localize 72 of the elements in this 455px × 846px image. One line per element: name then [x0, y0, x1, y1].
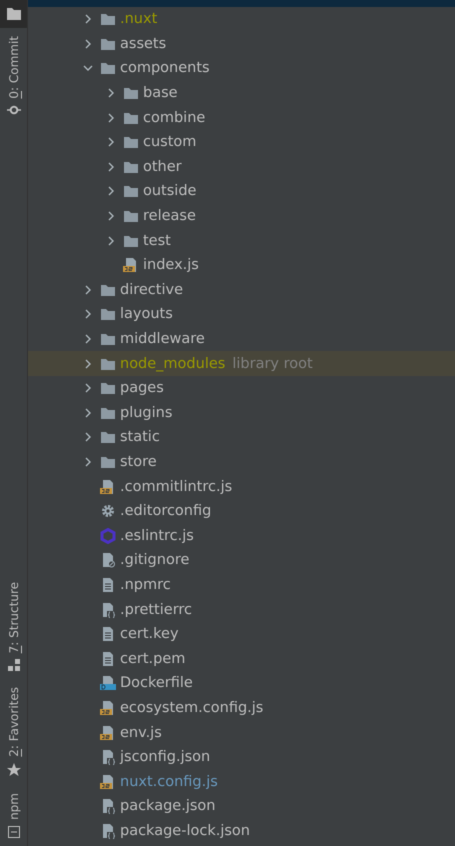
- folder-icon: [123, 85, 139, 102]
- text-file-icon: [100, 626, 116, 642]
- folder-name[interactable]: other: [143, 158, 182, 175]
- folder-icon: [123, 183, 139, 200]
- file-name[interactable]: package-lock.json: [120, 822, 250, 839]
- folder-icon: [123, 134, 139, 150]
- folder-name[interactable]: base: [143, 85, 178, 102]
- project-tool-button[interactable]: [0, 0, 27, 28]
- folder-icon: [123, 208, 139, 224]
- folder-name[interactable]: plugins: [120, 404, 172, 421]
- file-name[interactable]: cert.key: [120, 626, 179, 642]
- file-name[interactable]: package.json: [120, 798, 216, 814]
- folder-name[interactable]: directive: [120, 282, 183, 298]
- file-name[interactable]: .npmrc: [120, 576, 171, 593]
- star-icon: [6, 763, 20, 778]
- folder-icon: [6, 8, 20, 20]
- folder-icon: [100, 306, 116, 322]
- file-name[interactable]: env.js: [120, 724, 162, 741]
- text-file-icon: [100, 576, 116, 593]
- npm-tool-button[interactable]: npm: [0, 785, 27, 846]
- folder-icon: [100, 380, 116, 396]
- file-name[interactable]: .gitignore: [120, 552, 190, 568]
- hexagon-icon: [100, 528, 116, 544]
- file-name[interactable]: .prettierrc: [120, 602, 192, 618]
- js-file-icon: [100, 700, 116, 716]
- folder-icon: [100, 11, 116, 28]
- file-name[interactable]: jsconfig.json: [120, 749, 210, 766]
- gear-icon: [100, 503, 116, 520]
- file-name[interactable]: ecosystem.config.js: [120, 700, 264, 716]
- js-file-icon: [123, 257, 139, 274]
- folder-name[interactable]: middleware: [120, 331, 205, 348]
- js-file-icon: [100, 724, 116, 741]
- folder-name[interactable]: outside: [143, 183, 196, 200]
- folder-name[interactable]: node_modules: [120, 356, 226, 372]
- config-file-icon: [100, 602, 116, 618]
- folder-name[interactable]: assets: [120, 36, 166, 52]
- file-name[interactable]: .eslintrc.js: [120, 528, 194, 544]
- folder-name[interactable]: combine: [143, 110, 206, 126]
- ignored-file-icon: [100, 552, 116, 568]
- file-name[interactable]: .commitlintrc.js: [120, 478, 232, 495]
- highlighted-tree-row[interactable]: node_modules library root: [28, 351, 455, 376]
- folder-name[interactable]: store: [120, 454, 157, 470]
- folder-name[interactable]: custom: [143, 134, 196, 150]
- folder-name[interactable]: static: [120, 429, 160, 446]
- npm-icon: [8, 826, 20, 838]
- docker-file-icon: [100, 675, 116, 692]
- folder-name[interactable]: components: [120, 60, 210, 76]
- folder-name[interactable]: test: [143, 232, 171, 249]
- library-root-note: library root: [232, 356, 313, 372]
- text-file-icon: [100, 650, 116, 667]
- folder-name[interactable]: .nuxt: [120, 11, 158, 28]
- config-file-icon: [100, 822, 116, 839]
- folder-icon: [100, 60, 116, 76]
- file-name[interactable]: Dockerfile: [120, 675, 193, 692]
- config-file-icon: [100, 749, 116, 766]
- folder-name[interactable]: layouts: [120, 306, 173, 322]
- structure-tool-button[interactable]: 7: Structure: [0, 574, 27, 680]
- js-file-icon: [100, 478, 116, 495]
- file-name[interactable]: nuxt.config.js: [120, 774, 218, 790]
- favorites-tool-button[interactable]: 2: Favorites: [0, 679, 27, 786]
- folder-icon: [100, 429, 116, 446]
- folder-name[interactable]: release: [143, 208, 196, 224]
- commit-tool-button[interactable]: 0: Commit: [0, 28, 27, 123]
- structure-icon: [8, 659, 20, 672]
- commit-icon: [6, 104, 20, 115]
- js-file-icon: [100, 774, 116, 790]
- file-name[interactable]: index.js: [143, 257, 199, 274]
- file-name[interactable]: .editorconfig: [120, 503, 212, 520]
- folder-name[interactable]: pages: [120, 380, 164, 396]
- config-file-icon: [100, 798, 116, 814]
- file-name[interactable]: cert.pem: [120, 650, 186, 667]
- folder-icon: [100, 331, 116, 348]
